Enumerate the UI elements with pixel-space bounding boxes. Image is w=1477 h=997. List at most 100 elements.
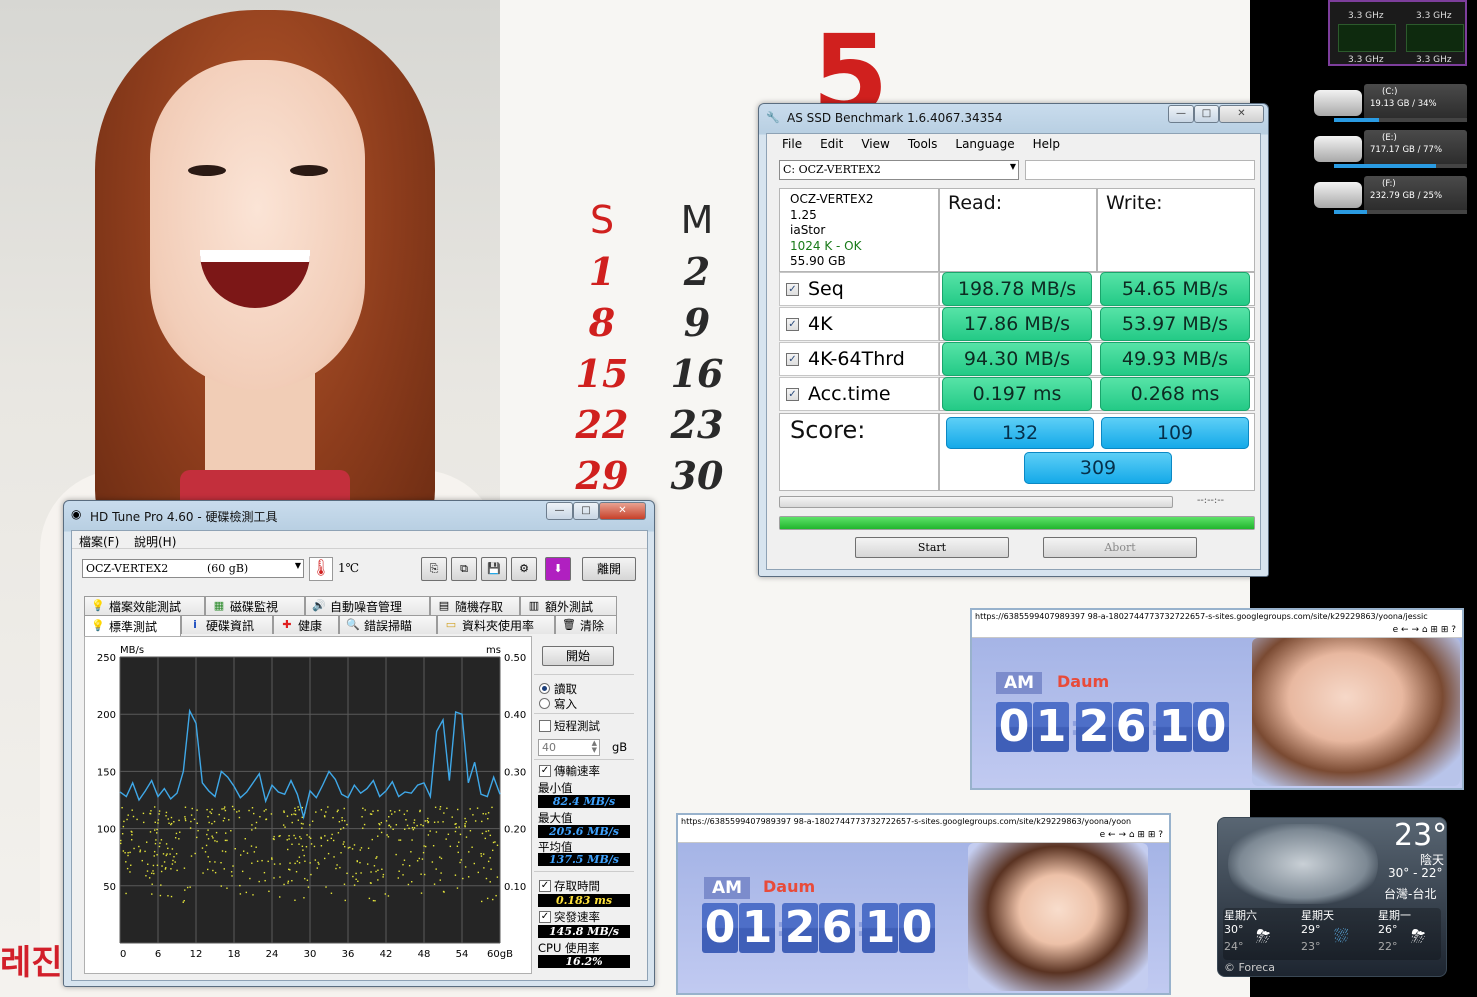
menu-language[interactable]: Language: [946, 137, 1023, 151]
drive-select[interactable]: OCZ-VERTEX2 (60 gB) ▼: [82, 559, 304, 578]
tab-health[interactable]: ✚ 健康: [273, 615, 339, 634]
gadget-nav-icons[interactable]: e ← → ⌂ ⊞ ⊞ ?: [678, 830, 1169, 843]
menu-file[interactable]: 檔案(F): [79, 533, 119, 550]
hd-tune-titlebar[interactable]: ◉ HD Tune Pro 4.60 - 硬碟檢測工具 — □ ✕: [64, 501, 654, 529]
access-time-point: [310, 873, 312, 876]
access-time-point: [426, 819, 428, 822]
thermometer-icon[interactable]: 🌡: [309, 557, 333, 581]
access-time-point: [309, 837, 312, 840]
burst-rate-checkbox[interactable]: ✓: [539, 911, 551, 923]
transfer-rate-checkbox[interactable]: ✓: [539, 765, 551, 777]
save-icon[interactable]: 💾: [481, 557, 507, 581]
hard-drive-icon: [1314, 136, 1362, 162]
gadget-nav-icons[interactable]: e ← → ⌂ ⊞ ⊞ ?: [972, 625, 1462, 638]
access-time-point: [158, 845, 161, 848]
seq-write-result: 54.65 MB/s: [1100, 272, 1250, 306]
drive-meter-e[interactable]: (E:) 717.17 GB / 77%: [1312, 130, 1467, 170]
access-time-checkbox[interactable]: ✓: [539, 880, 551, 892]
acctime-checkbox[interactable]: ✓: [786, 387, 799, 401]
tab-erase[interactable]: 🗑 清除: [555, 615, 617, 634]
seq-row-label[interactable]: ✓ Seq: [779, 272, 939, 306]
minimize-button[interactable]: —: [1168, 105, 1194, 123]
access-time-point: [492, 898, 494, 901]
weather-gadget[interactable]: 23° 陰天 30° - 22° 台灣-台北 星期六 30° 24° ⛈ 星期天…: [1217, 817, 1447, 977]
access-time-point: [297, 819, 300, 821]
spinner-arrows-icon[interactable]: ▲ ▼: [592, 740, 597, 754]
drive-meter-c[interactable]: (C:) 19.13 GB / 34%: [1312, 84, 1467, 124]
calendar-day: 16: [670, 351, 724, 396]
access-time-point: [223, 808, 225, 810]
read-radio[interactable]: [539, 683, 550, 694]
cpu-core-clock: 3.3 GHz: [1348, 11, 1384, 21]
as-ssd-window[interactable]: 🔧 AS SSD Benchmark 1.6.4067.34354 — □ ✕ …: [758, 103, 1269, 577]
access-time-point: [160, 870, 163, 873]
access-time-point: [261, 859, 263, 862]
gadget-photo: [968, 843, 1148, 991]
write-radio[interactable]: [539, 698, 550, 709]
access-time-point: [364, 809, 366, 811]
tab-disk-monitor[interactable]: ▦ 磁碟監視: [205, 596, 305, 615]
close-button[interactable]: ✕: [1219, 105, 1264, 123]
access-time-point: [214, 861, 216, 863]
4k-row-label[interactable]: ✓ 4K: [779, 307, 939, 341]
access-time-point: [147, 863, 149, 865]
access-time-point: [236, 811, 238, 813]
acctime-row-label[interactable]: ✓ Acc.time: [779, 377, 939, 411]
as-ssd-titlebar[interactable]: 🔧 AS SSD Benchmark 1.6.4067.34354 — □ ✕: [759, 104, 1268, 132]
drive-meter-f[interactable]: (F:) 232.79 GB / 25%: [1312, 176, 1467, 216]
download-icon[interactable]: ⬇: [545, 557, 571, 581]
tab-folder-usage[interactable]: ▭ 資料夾使用率: [437, 615, 555, 634]
copy-image-icon[interactable]: ⧉: [451, 557, 477, 581]
menu-file[interactable]: File: [773, 137, 811, 151]
menu-tools[interactable]: Tools: [899, 137, 947, 151]
access-time-point: [224, 809, 227, 812]
tab-aam[interactable]: 🔊 自動噪音管理: [305, 596, 430, 615]
short-test-checkbox[interactable]: [539, 720, 551, 732]
menu-help[interactable]: 說明(H): [134, 533, 176, 550]
tab-extra-tests[interactable]: ▥ 額外測試: [520, 596, 617, 615]
write-header: Write:: [1106, 192, 1163, 214]
4k64-checkbox[interactable]: ✓: [786, 352, 799, 366]
tab-benchmark[interactable]: 💡 標準測試: [84, 615, 181, 636]
close-button[interactable]: ✕: [599, 502, 646, 520]
maximize-button[interactable]: □: [1194, 105, 1219, 123]
access-time-point: [408, 864, 411, 867]
hd-tune-window[interactable]: ◉ HD Tune Pro 4.60 - 硬碟檢測工具 — □ ✕ 檔案(F) …: [63, 500, 655, 987]
access-time-point: [294, 837, 297, 839]
access-time-point: [469, 808, 471, 810]
tab-info[interactable]: i 硬碟資訊: [181, 615, 273, 634]
tab-random-access[interactable]: ▤ 隨機存取: [430, 596, 520, 615]
access-time-point: [317, 861, 319, 864]
abort-button[interactable]: Abort: [1043, 537, 1197, 558]
4k-checkbox[interactable]: ✓: [786, 317, 799, 331]
access-time-point: [462, 877, 464, 880]
read-header: Read:: [948, 192, 1003, 214]
4k64-row-label[interactable]: ✓ 4K-64Thrd: [779, 342, 939, 376]
minimize-button[interactable]: —: [546, 502, 573, 520]
tab-file-benchmark[interactable]: 💡 檔案效能測試: [84, 596, 205, 615]
clock-gadget[interactable]: https://6385599407989397 98-a-1802744773…: [676, 813, 1171, 995]
menu-edit[interactable]: Edit: [811, 137, 852, 151]
options-icon[interactable]: ⚙: [511, 557, 537, 581]
menu-view[interactable]: View: [852, 137, 898, 151]
access-time-point: [211, 808, 213, 811]
second-digit: 1: [862, 903, 898, 953]
access-time-point: [341, 819, 343, 822]
copy-text-icon[interactable]: ⎘: [421, 557, 447, 581]
menu-help[interactable]: Help: [1024, 137, 1069, 151]
start-button[interactable]: Start: [855, 537, 1009, 558]
menu-bar: File Edit View Tools Language Help: [773, 137, 1069, 151]
access-time-point: [183, 899, 185, 902]
seq-checkbox[interactable]: ✓: [786, 282, 799, 296]
clock-gadget[interactable]: https://6385599407989397 98-a-1802744773…: [970, 608, 1464, 790]
access-time-point: [165, 815, 167, 817]
drive-select[interactable]: C: OCZ-VERTEX2 ▼: [779, 160, 1019, 180]
cpu-meter-gadget[interactable]: 3.3 GHz 3.3 GHz 3.3 GHz 3.3 GHz: [1328, 0, 1467, 66]
maximize-button[interactable]: □: [573, 502, 599, 520]
tab-error-scan[interactable]: 🔍 錯誤掃瞄: [339, 615, 437, 634]
access-time-point: [190, 820, 192, 823]
short-test-size-input[interactable]: 40 ▲ ▼: [538, 739, 600, 756]
weather-brand[interactable]: © Foreca: [1224, 961, 1275, 974]
start-benchmark-button[interactable]: 開始: [542, 646, 614, 666]
exit-button[interactable]: 離開: [582, 557, 636, 581]
